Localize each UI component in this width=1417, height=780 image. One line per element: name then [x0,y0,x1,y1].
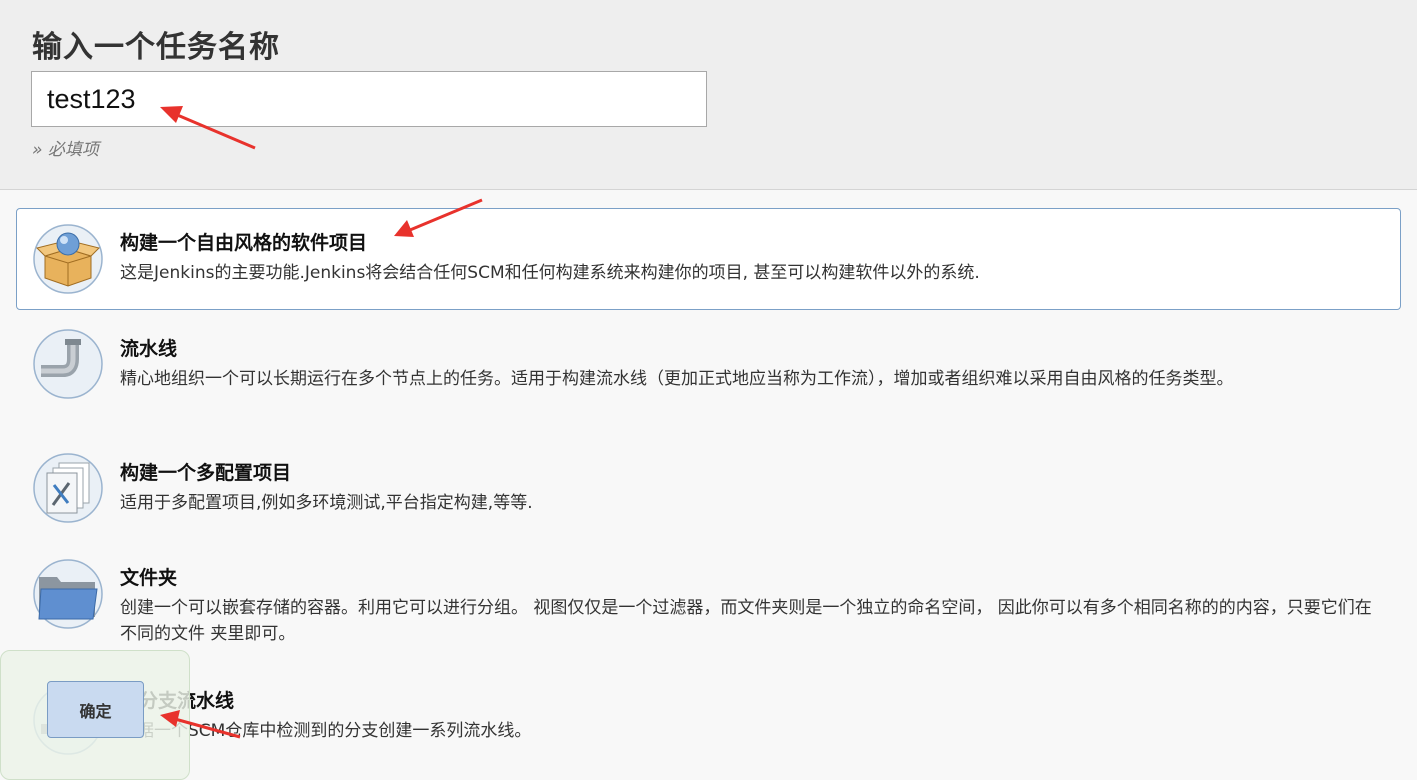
item-type-folder[interactable]: 文件夹 创建一个可以嵌套存储的容器。利用它可以进行分组。 视图仅仅是一个过滤器，… [16,548,1401,658]
item-title: 构建一个多配置项目 [120,462,292,484]
ok-button[interactable]: 确定 [47,681,144,738]
item-title: 流水线 [120,338,178,360]
item-description: 精心地组织一个可以长期运行在多个节点上的任务。适用于构建流水线（更加正式地应当称… [120,369,1234,389]
folder-icon [33,559,103,629]
page-title: 输入一个任务名称 [32,30,280,65]
item-name-input[interactable] [31,71,707,127]
item-title: 构建一个自由风格的软件项目 [120,232,368,254]
item-type-freestyle[interactable]: 构建一个自由风格的软件项目 这是Jenkins的主要功能.Jenkins将会结合… [16,208,1401,310]
multi-config-icon [33,453,103,523]
item-type-multibranch[interactable]: 多分支流水线 根据一个SCM仓库中检测到的分支创建一系列流水线。 [16,672,1401,764]
item-description: 这是Jenkins的主要功能.Jenkins将会结合任何SCM和任何构建系统来构… [120,263,980,283]
required-note: » 必填项 [32,140,99,160]
freestyle-box-icon [33,224,103,294]
item-description: 根据一个SCM仓库中检测到的分支创建一系列流水线。 [120,721,532,741]
item-title: 文件夹 [120,567,178,589]
item-description: 创建一个可以嵌套存储的容器。利用它可以进行分组。 视图仅仅是一个过滤器，而文件夹… [120,598,1372,644]
pipeline-icon [33,329,103,399]
item-description: 适用于多配置项目,例如多环境测试,平台指定构建,等等. [120,493,533,513]
item-type-multi-config[interactable]: 构建一个多配置项目 适用于多配置项目,例如多环境测试,平台指定构建,等等. [16,442,1401,542]
item-name-header: 输入一个任务名称 » 必填项 [0,0,1417,190]
item-type-pipeline[interactable]: 流水线 精心地组织一个可以长期运行在多个节点上的任务。适用于构建流水线（更加正式… [16,318,1401,426]
